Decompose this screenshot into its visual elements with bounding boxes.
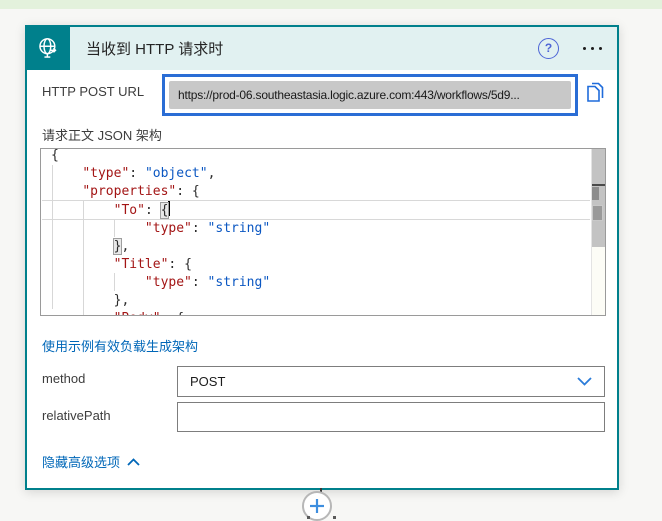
editor-scrollbar-cursor-mark bbox=[592, 184, 605, 186]
code-line: }, bbox=[113, 293, 130, 308]
hide-advanced-options-link[interactable]: 隐藏高级选项 bbox=[42, 452, 140, 471]
editor-scrollbar[interactable] bbox=[591, 149, 605, 315]
code-line: { bbox=[51, 149, 59, 163]
code-line: "type": "string" bbox=[144, 275, 271, 290]
globe-http-request-icon bbox=[27, 27, 70, 70]
http-post-url-value[interactable]: https://prod-06.southeastasia.logic.azur… bbox=[169, 81, 571, 109]
schema-editor[interactable]: { "type": "object", "properties": { "To"… bbox=[40, 148, 606, 316]
schema-editor-code: { "type": "object", "properties": { "To"… bbox=[41, 149, 591, 315]
code-line: "type": "object", bbox=[82, 166, 216, 181]
editor-scrollbar-mark bbox=[592, 187, 599, 200]
code-line: "properties": { bbox=[82, 184, 200, 199]
code-line: "Body": { bbox=[51, 310, 591, 315]
relative-path-input[interactable] bbox=[177, 402, 605, 432]
chevron-up-icon bbox=[127, 458, 140, 466]
method-value: POST bbox=[190, 374, 226, 389]
http-post-url-label: HTTP POST URL bbox=[42, 84, 145, 99]
trigger-card-header[interactable]: 当收到 HTTP 请求时 ? bbox=[27, 27, 617, 70]
ellipsis-icon[interactable] bbox=[583, 43, 602, 54]
schema-label: 请求正文 JSON 架构 bbox=[42, 128, 162, 143]
trigger-title: 当收到 HTTP 请求时 bbox=[86, 41, 224, 58]
editor-scrollbar-mark bbox=[592, 205, 603, 221]
http-request-trigger-card: 当收到 HTTP 请求时 ? HTTP POST URL https://pro… bbox=[25, 25, 619, 490]
http-post-url-field-focus: https://prod-06.southeastasia.logic.azur… bbox=[162, 74, 578, 116]
page-top-strip bbox=[0, 0, 662, 9]
relative-path-label: relativePath bbox=[42, 408, 111, 423]
code-line: "To": { bbox=[113, 201, 171, 219]
code-line: "type": "string" bbox=[144, 221, 271, 236]
copy-icon[interactable] bbox=[584, 82, 606, 106]
chevron-down-icon bbox=[577, 377, 592, 386]
code-line: }, bbox=[112, 238, 130, 255]
schema-editor-code-area[interactable]: { "type": "object", "properties": { "To"… bbox=[41, 149, 591, 315]
help-circle-icon[interactable]: ? bbox=[538, 38, 559, 59]
code-line: "Title": { bbox=[113, 257, 192, 272]
text-cursor bbox=[168, 201, 171, 216]
generate-schema-link[interactable]: 使用示例有效负载生成架构 bbox=[42, 336, 198, 355]
hide-advanced-options-label: 隐藏高级选项 bbox=[42, 455, 121, 470]
method-dropdown[interactable]: POST bbox=[177, 366, 605, 397]
method-label: method bbox=[42, 371, 86, 386]
